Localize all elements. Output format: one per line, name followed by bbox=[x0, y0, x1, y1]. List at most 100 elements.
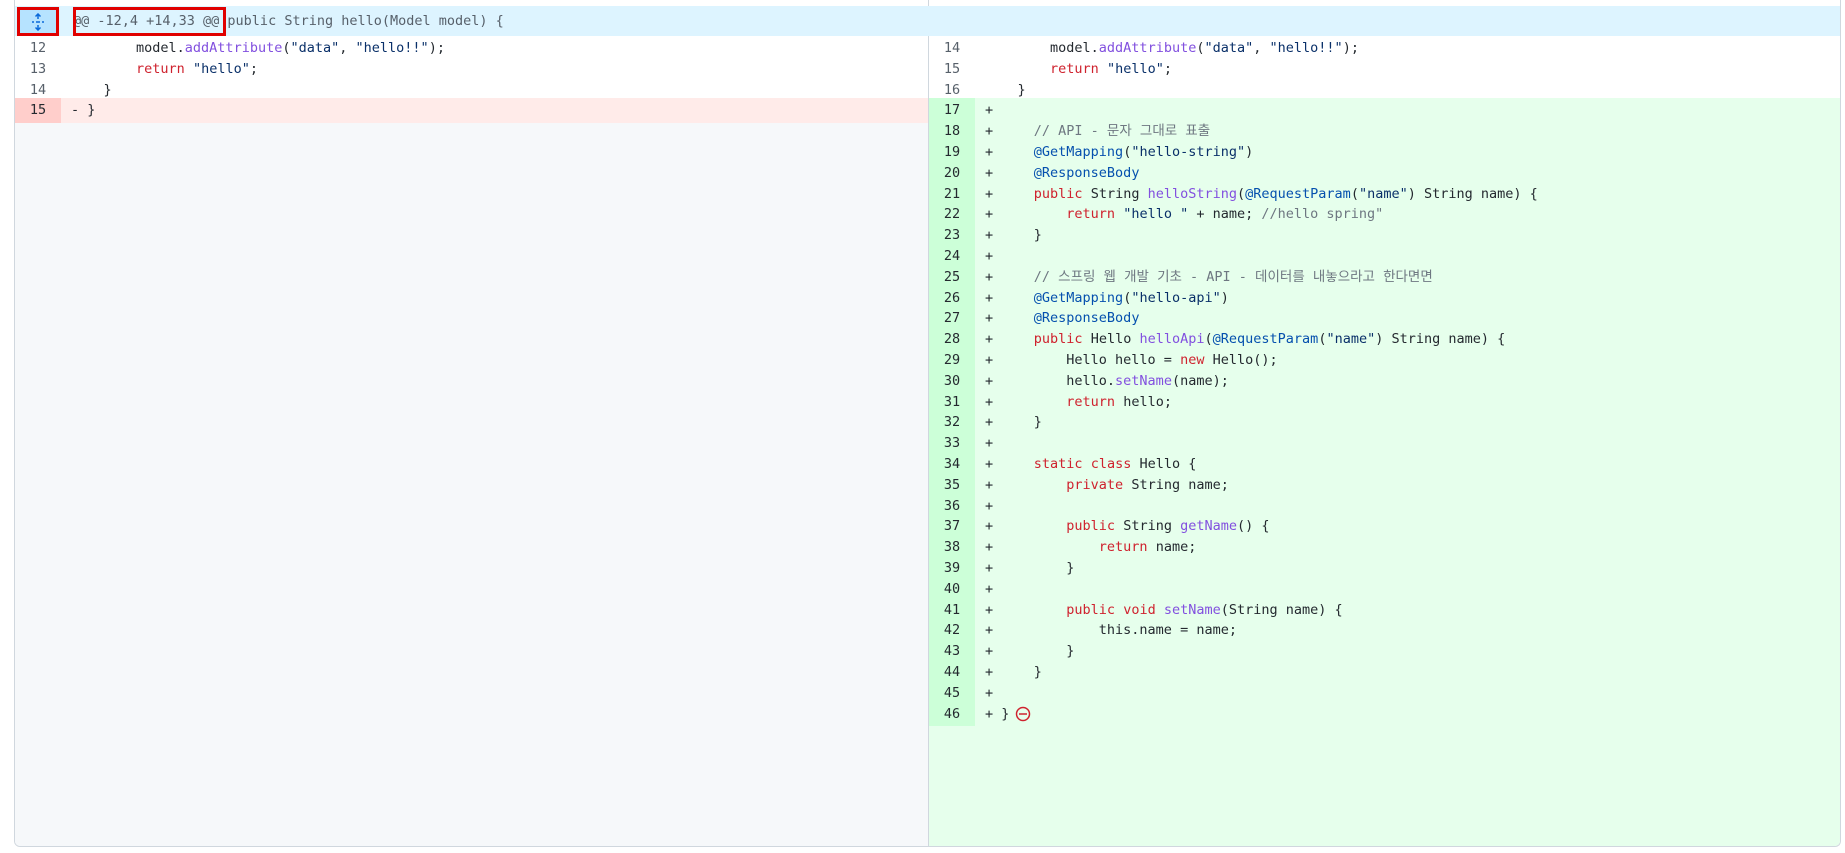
code-token: + bbox=[985, 518, 1067, 535]
code-token: , bbox=[339, 40, 356, 56]
added-line: 46 + } bbox=[929, 701, 1840, 727]
code-token: + } bbox=[985, 560, 1075, 576]
code-token: ) bbox=[1245, 144, 1254, 160]
code-token: ( bbox=[1237, 185, 1246, 202]
code-token: getName bbox=[1180, 518, 1237, 535]
code-token: @ResponseBody bbox=[1033, 310, 1140, 327]
code-token: (String name) { bbox=[1220, 601, 1343, 618]
code-token: @RequestParam bbox=[1212, 331, 1319, 348]
code-token: @GetMapping bbox=[1033, 289, 1124, 306]
code-token: + } bbox=[985, 643, 1075, 660]
code-token: addAttribute bbox=[184, 40, 283, 56]
code-token: + bbox=[985, 310, 1034, 327]
left-pane-old: 12 model.addAttribute("data", "hello!!")… bbox=[15, 36, 928, 846]
code-text: - } bbox=[71, 98, 95, 123]
code-token: + bbox=[985, 206, 1067, 223]
code-token: private bbox=[1066, 476, 1124, 493]
code-token: Hello bbox=[1082, 331, 1140, 348]
code-token: @GetMapping bbox=[1033, 144, 1124, 160]
code-token: setName bbox=[1115, 372, 1172, 389]
code-token: "name" bbox=[1358, 185, 1408, 202]
code-token: helloString bbox=[1147, 185, 1237, 202]
code-token: public bbox=[1066, 518, 1116, 535]
code-token: public bbox=[1033, 185, 1083, 202]
code-token: ; bbox=[249, 60, 258, 77]
code-token: @ResponseBody bbox=[1033, 164, 1140, 181]
code-token: + bbox=[985, 539, 1099, 556]
code-token: name; bbox=[1147, 539, 1197, 556]
code-token: model. bbox=[71, 40, 185, 56]
code-token: "hello-api" bbox=[1131, 289, 1221, 306]
code-token: "hello-string" bbox=[1131, 144, 1246, 160]
code-token: ); bbox=[428, 40, 445, 56]
code-token: () { bbox=[1237, 518, 1270, 535]
code-token: + bbox=[985, 497, 994, 514]
hunk-range-highlight bbox=[73, 7, 226, 36]
no-newline-icon bbox=[1016, 706, 1031, 721]
code-token: + bbox=[985, 185, 1034, 202]
code-token: + bbox=[985, 601, 1067, 618]
code-token: // API - 문자 그대로 표출 bbox=[1033, 123, 1211, 140]
code-token: + bbox=[985, 102, 994, 119]
code-token: + bbox=[985, 456, 1034, 472]
line-number[interactable]: 15 bbox=[15, 98, 61, 123]
code-token: hello; bbox=[1115, 393, 1172, 410]
code-token: ; bbox=[1163, 60, 1172, 77]
code-token: + bbox=[985, 393, 1067, 410]
code-token: new bbox=[1180, 352, 1205, 368]
code-token: "hello " bbox=[1123, 206, 1189, 223]
code-token: class bbox=[1090, 456, 1132, 472]
code-token: + bbox=[985, 123, 1034, 140]
code-token: + bbox=[985, 164, 1034, 181]
code-text: + } bbox=[985, 702, 1031, 727]
split-diff-view: @@ -12,4 +14,33 @@ public String hello(M… bbox=[14, 0, 1841, 847]
code-token: static bbox=[1033, 456, 1083, 472]
code-token: @RequestParam bbox=[1245, 185, 1351, 202]
code-token: "hello" bbox=[192, 60, 250, 77]
code-token: ( bbox=[1350, 185, 1359, 202]
code-token: } bbox=[71, 81, 112, 98]
code-token: ) bbox=[1220, 289, 1229, 306]
code-token: + bbox=[985, 144, 1034, 160]
code-token: } bbox=[985, 81, 1026, 98]
code-token: Hello(); bbox=[1204, 352, 1278, 368]
code-token: ) String name) { bbox=[1407, 185, 1538, 202]
code-token: "data" bbox=[1204, 40, 1254, 56]
code-token: void bbox=[1123, 601, 1156, 618]
expand-hunk-button[interactable] bbox=[17, 7, 59, 36]
code-token: + bbox=[985, 435, 994, 452]
code-token: + Hello hello = bbox=[985, 352, 1181, 368]
code-token: return bbox=[136, 60, 185, 77]
code-token: (name); bbox=[1171, 372, 1229, 389]
hunk-header: @@ -12,4 +14,33 @@ public String hello(M… bbox=[15, 6, 1840, 36]
code-token: "name" bbox=[1326, 331, 1376, 348]
code-token: //hello spring" bbox=[1261, 206, 1384, 223]
right-pane-new: 14 model.addAttribute("data", "hello!!")… bbox=[929, 36, 1840, 846]
code-token: return bbox=[1050, 60, 1099, 77]
unfold-icon bbox=[32, 12, 44, 31]
code-token: ); bbox=[1342, 40, 1359, 56]
code-token: return bbox=[1098, 539, 1148, 556]
code-token: addAttribute bbox=[1098, 40, 1197, 56]
code-token: + bbox=[985, 331, 1034, 348]
code-token: return bbox=[1066, 393, 1116, 410]
code-token: + } bbox=[985, 664, 1042, 680]
code-token: return bbox=[1066, 206, 1116, 223]
code-token: public bbox=[1066, 601, 1116, 618]
deleted-line: 15 - } bbox=[15, 98, 928, 123]
code-token: + name; bbox=[1188, 206, 1262, 223]
line-number[interactable]: 46 bbox=[929, 701, 975, 727]
code-token: helloApi bbox=[1139, 331, 1205, 348]
code-token: + bbox=[985, 268, 1034, 285]
code-token: "hello!!" bbox=[1269, 40, 1343, 56]
code-token: + bbox=[985, 684, 994, 701]
code-token: ) String name) { bbox=[1375, 331, 1506, 348]
code-token: + hello. bbox=[985, 372, 1116, 389]
code-token: ( bbox=[1204, 331, 1213, 348]
code-token: String bbox=[1115, 518, 1181, 535]
